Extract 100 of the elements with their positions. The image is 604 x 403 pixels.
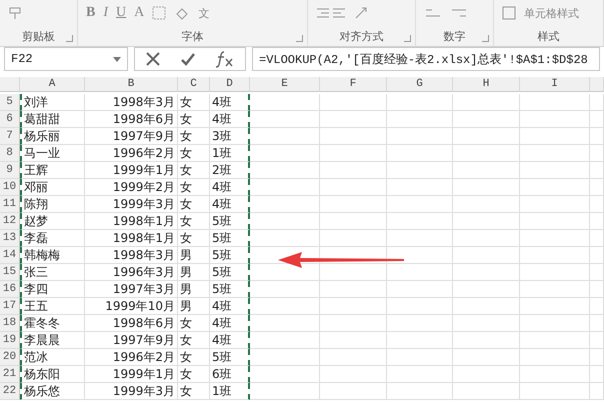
table-cell: 1998年1月	[85, 213, 178, 230]
table-cell: 马一业	[20, 145, 85, 162]
row-header[interactable]: 18	[0, 315, 20, 332]
table-cell: 韩梅梅	[20, 247, 85, 264]
table-cell: 张三	[20, 264, 85, 281]
row-header[interactable]: 9	[0, 162, 20, 179]
ribbon-group-label: 字体	[78, 26, 308, 46]
table-cell: 葛甜甜	[20, 111, 85, 128]
table-cell: 5班	[210, 230, 250, 247]
table-cell: 赵梦	[20, 213, 85, 230]
column-header[interactable]	[590, 77, 604, 92]
table-cell: 杨乐悠	[20, 383, 85, 400]
table-cell: 女	[178, 315, 210, 332]
table-cell: 女	[178, 94, 210, 111]
table-cell: 女	[178, 230, 210, 247]
row-header[interactable]: 6	[0, 111, 20, 128]
column-header[interactable]: G	[387, 77, 453, 92]
dialog-launcher-icon[interactable]	[296, 35, 303, 42]
formula-field[interactable]: =VLOOKUP(A2,'[百度经验-表2.xlsx]总表'!$A$1:$D$28	[252, 47, 600, 71]
column-header[interactable]: B	[85, 77, 178, 92]
row-header[interactable]: 22	[0, 383, 20, 400]
row-header[interactable]: 7	[0, 128, 20, 145]
table-cell: 1999年10月	[85, 298, 178, 315]
table-cell: 5班	[210, 264, 250, 281]
row-header[interactable]: 5	[0, 94, 20, 111]
table-cell: 女	[178, 366, 210, 383]
table-cell: 王辉	[20, 162, 85, 179]
table-cell: 1班	[210, 145, 250, 162]
table-cell: 男	[178, 281, 210, 298]
table-cell: 男	[178, 247, 210, 264]
select-all-corner[interactable]	[0, 77, 20, 92]
table-cell: 5班	[210, 247, 250, 264]
row-header[interactable]: 15	[0, 264, 20, 281]
table-cell: 女	[178, 111, 210, 128]
table-cell: 男	[178, 298, 210, 315]
column-header[interactable]: I	[520, 77, 590, 92]
name-box[interactable]: F22	[4, 47, 128, 71]
dialog-launcher-icon[interactable]	[66, 35, 73, 42]
table-cell: 1996年2月	[85, 145, 178, 162]
table-cell: 女	[178, 349, 210, 366]
table-cell: 1999年1月	[85, 162, 178, 179]
table-cell: 刘洋	[20, 94, 85, 111]
row-header[interactable]: 14	[0, 247, 20, 264]
table-cell: 6班	[210, 366, 250, 383]
table-cell: 女	[178, 162, 210, 179]
column-header[interactable]: A	[20, 77, 85, 92]
row-header[interactable]: 17	[0, 298, 20, 315]
row-header[interactable]: 19	[0, 332, 20, 349]
table-cell: 1班	[210, 383, 250, 400]
row-header[interactable]: 11	[0, 196, 20, 213]
table-cell: 1998年6月	[85, 315, 178, 332]
cell-styles-icon[interactable]	[502, 6, 516, 20]
row-header[interactable]: 10	[0, 179, 20, 196]
table-cell: 女	[178, 196, 210, 213]
table-cell: 李磊	[20, 230, 85, 247]
table-cell: 杨东阳	[20, 366, 85, 383]
table-cell: 1997年3月	[85, 281, 178, 298]
table-cell: 1998年6月	[85, 111, 178, 128]
row-header[interactable]: 20	[0, 349, 20, 366]
dialog-launcher-icon[interactable]	[404, 35, 411, 42]
dialog-launcher-icon[interactable]	[482, 35, 489, 42]
table-cell: 1998年3月	[85, 94, 178, 111]
check-icon[interactable]	[180, 51, 196, 67]
ribbon-group-label: 对齐方式	[308, 26, 416, 46]
table-cell: 邓丽	[20, 179, 85, 196]
table-cell: 女	[178, 145, 210, 162]
table-cell: 4班	[210, 94, 250, 111]
border-icon[interactable]	[152, 6, 166, 20]
table-cell: 1999年3月	[85, 196, 178, 213]
column-header[interactable]: H	[453, 77, 520, 92]
table-cell: 1998年3月	[85, 247, 178, 264]
column-header[interactable]: E	[250, 77, 320, 92]
table-cell: 李四	[20, 281, 85, 298]
table-cell: 女	[178, 179, 210, 196]
ribbon-group-label: 剪贴板	[0, 26, 78, 46]
table-cell: 3班	[210, 128, 250, 145]
insert-function-icon[interactable]	[215, 50, 236, 68]
table-cell: 4班	[210, 332, 250, 349]
row-header[interactable]: 21	[0, 366, 20, 383]
table-cell: 女	[178, 128, 210, 145]
dropdown-icon[interactable]	[113, 56, 121, 62]
table-cell: 4班	[210, 179, 250, 196]
table-cell: 范冰	[20, 349, 85, 366]
table-cell: 5班	[210, 349, 250, 366]
row-header[interactable]: 13	[0, 230, 20, 247]
table-cell: 1997年9月	[85, 128, 178, 145]
row-header[interactable]: 16	[0, 281, 20, 298]
indent-icon[interactable]	[316, 7, 346, 19]
column-header[interactable]: F	[320, 77, 387, 92]
table-cell: 女	[178, 332, 210, 349]
ribbon-group-label: 样式	[494, 26, 604, 46]
fill-color-icon[interactable]	[174, 6, 190, 20]
row-header[interactable]: 12	[0, 213, 20, 230]
table-cell: 1996年2月	[85, 349, 178, 366]
cancel-icon[interactable]	[144, 51, 161, 67]
row-header[interactable]: 8	[0, 145, 20, 162]
table-cell: 1997年9月	[85, 332, 178, 349]
table-cell: 女	[178, 213, 210, 230]
column-header[interactable]: C	[178, 77, 210, 92]
column-header[interactable]: D	[210, 77, 250, 92]
